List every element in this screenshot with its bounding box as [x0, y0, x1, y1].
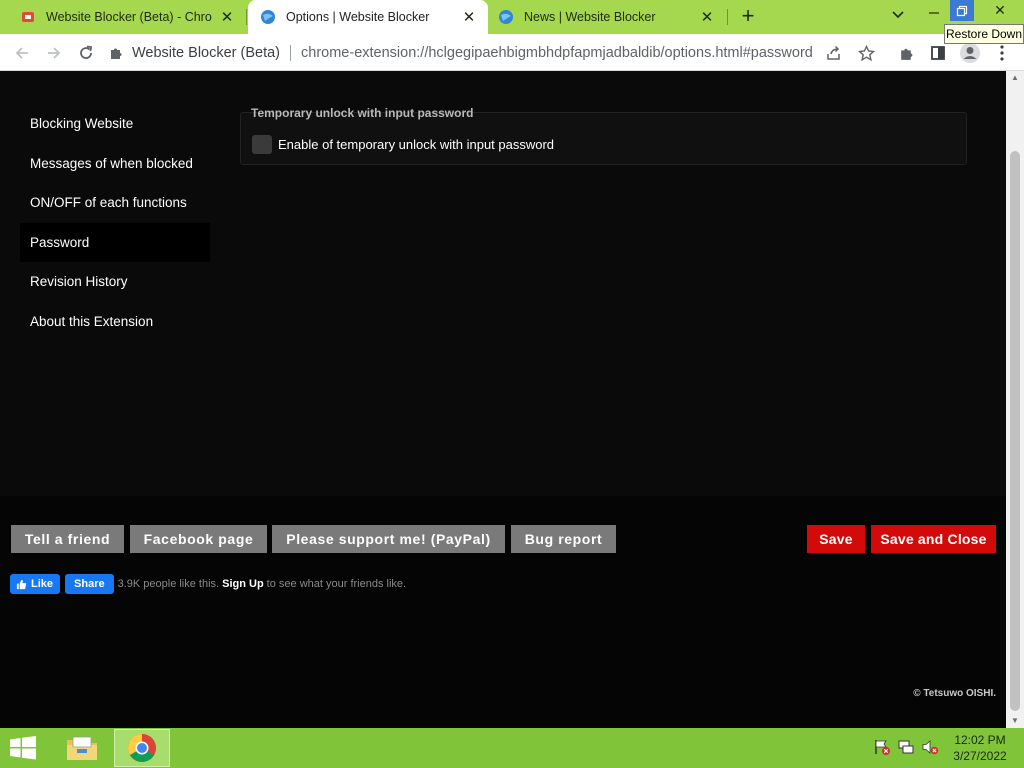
tab-strip: Website Blocker (Beta) - Chrome ✕ Option…	[0, 0, 1024, 34]
paypal-support-button[interactable]: Please support me! (PayPal)	[272, 525, 505, 553]
section-title: Temporary unlock with input password	[251, 106, 474, 120]
scroll-down-arrow-icon[interactable]: ▼	[1006, 714, 1024, 728]
scroll-up-arrow-icon[interactable]: ▲	[1006, 71, 1024, 85]
tab-options-website-blocker[interactable]: Options | Website Blocker ✕	[248, 0, 488, 34]
page-scrollbar[interactable]: ▲ ▼	[1006, 71, 1024, 728]
bug-report-button[interactable]: Bug report	[511, 525, 616, 553]
tab-title: Options | Website Blocker	[286, 10, 430, 24]
sidebar-item-password[interactable]: Password	[20, 222, 210, 262]
window-close-icon[interactable]: ✕	[976, 0, 1024, 21]
windows-start-icon[interactable]	[8, 736, 38, 760]
globe-favicon-icon	[261, 10, 275, 24]
site-chip: Website Blocker (Beta)	[132, 44, 281, 61]
puzzle-favicon-icon	[22, 12, 34, 22]
chrome-icon	[128, 734, 156, 762]
sidebar-item-blocking-website[interactable]: Blocking Website	[20, 104, 210, 144]
address-bar[interactable]: Website Blocker (Beta) chrome-extension:…	[108, 38, 888, 67]
share-icon[interactable]	[822, 41, 846, 65]
restore-down-icon[interactable]	[950, 0, 974, 21]
facebook-like-button[interactable]: Like	[10, 574, 61, 594]
tab-news-website-blocker[interactable]: News | Website Blocker ✕	[488, 0, 726, 34]
back-arrow-icon[interactable]	[10, 41, 34, 65]
tab-website-blocker-chrome[interactable]: Website Blocker (Beta) - Chrome ✕	[0, 0, 246, 34]
tab-close-icon[interactable]: ✕	[698, 8, 716, 26]
side-panel-icon[interactable]	[926, 41, 950, 65]
more-menu-icon[interactable]	[990, 41, 1014, 65]
taskbar-clock[interactable]: 12:02 PM 3/27/2022	[946, 732, 1014, 764]
profile-avatar-icon[interactable]	[958, 41, 982, 65]
reload-icon[interactable]	[74, 41, 98, 65]
network-icon[interactable]	[897, 738, 915, 756]
facebook-like-count: 3.9K people like this.	[117, 578, 220, 590]
sidebar-item-about[interactable]: About this Extension	[20, 302, 210, 342]
tab-separator	[727, 9, 728, 25]
file-explorer-icon	[67, 736, 97, 760]
save-and-close-button[interactable]: Save and Close	[871, 525, 996, 553]
copyright-text: © Tetsuwo OISHI.	[913, 688, 996, 699]
bookmark-star-icon[interactable]	[854, 41, 878, 65]
volume-muted-icon[interactable]	[921, 738, 939, 756]
tab-search-chevron-down-icon[interactable]	[888, 8, 908, 26]
facebook-signup-link[interactable]: Sign Up	[222, 578, 264, 590]
tab-close-icon[interactable]: ✕	[218, 8, 236, 26]
sidebar-item-revision-history[interactable]: Revision History	[20, 262, 210, 302]
address-divider	[290, 44, 292, 61]
options-page: Blocking Website Messages of when blocke…	[0, 71, 1006, 728]
facebook-like-label: Like	[31, 578, 54, 590]
tab-close-icon[interactable]: ✕	[460, 8, 478, 26]
facebook-signup-suffix: to see what your friends like.	[266, 578, 407, 590]
globe-favicon-icon	[499, 10, 513, 24]
tab-title: News | Website Blocker	[524, 10, 656, 24]
extensions-puzzle-icon[interactable]	[894, 41, 918, 65]
minimize-icon[interactable]	[920, 0, 948, 21]
forward-arrow-icon[interactable]	[42, 41, 66, 65]
scrollbar-thumb[interactable]	[1010, 151, 1020, 711]
facebook-like-widget: Like Share 3.9K people like this. Sign U…	[10, 574, 406, 594]
browser-toolbar: Website Blocker (Beta) chrome-extension:…	[0, 34, 1024, 71]
facebook-share-button[interactable]: Share	[65, 574, 114, 594]
taskbar-file-explorer[interactable]	[54, 729, 110, 767]
extension-puzzle-icon	[111, 48, 122, 59]
new-tab-plus-icon[interactable]: +	[736, 5, 760, 29]
taskbar-chrome[interactable]	[114, 729, 170, 767]
action-center-flag-icon[interactable]	[873, 738, 891, 756]
tell-a-friend-button[interactable]: Tell a friend	[11, 525, 124, 553]
temporary-unlock-checkbox[interactable]	[252, 135, 272, 154]
clock-date: 3/27/2022	[953, 749, 1007, 763]
windows-taskbar: 12:02 PM 3/27/2022	[0, 728, 1024, 768]
save-button[interactable]: Save	[807, 525, 865, 553]
sidebar-item-messages[interactable]: Messages of when blocked	[20, 144, 210, 184]
facebook-page-button[interactable]: Facebook page	[130, 525, 267, 553]
temporary-unlock-label[interactable]: Enable of temporary unlock with input pa…	[278, 137, 554, 152]
sidebar-item-on-off[interactable]: ON/OFF of each functions	[20, 183, 210, 223]
restore-down-tooltip: Restore Down	[944, 24, 1024, 44]
sidebar-nav: Blocking Website Messages of when blocke…	[20, 104, 210, 341]
tab-title: Website Blocker (Beta) - Chrome	[46, 10, 212, 24]
thumbs-up-icon	[16, 579, 27, 589]
tab-separator	[246, 9, 247, 25]
clock-time: 12:02 PM	[954, 733, 1006, 747]
address-url: chrome-extension://hclgegipaehbigmbhdpfa…	[301, 44, 813, 61]
